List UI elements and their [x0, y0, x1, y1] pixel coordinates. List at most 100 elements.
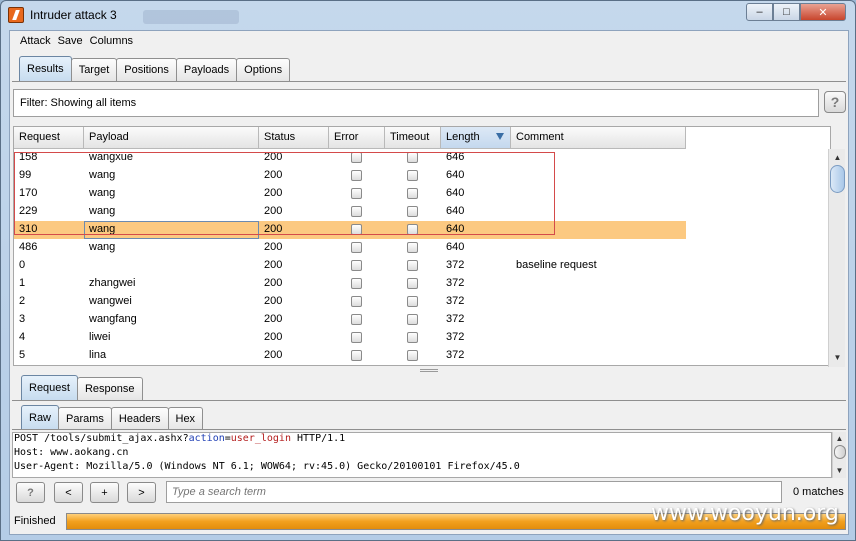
- table-row[interactable]: 3 wangfang 200 372: [14, 311, 686, 329]
- table-row[interactable]: 1 zhangwei 200 372: [14, 275, 686, 293]
- scroll-up-icon[interactable]: ▲: [831, 151, 844, 164]
- cell-request: 5: [19, 349, 26, 361]
- menu-save[interactable]: Save: [51, 33, 83, 53]
- close-button[interactable]: ✕: [800, 3, 846, 21]
- column-header-request[interactable]: Request: [14, 127, 84, 149]
- column-header-timeout[interactable]: Timeout: [385, 127, 441, 149]
- cell-timeout: [385, 347, 441, 365]
- maximize-button[interactable]: □: [773, 3, 800, 21]
- cell-request: 229: [19, 205, 38, 217]
- search-help-button[interactable]: ?: [16, 482, 45, 503]
- tab-target[interactable]: Target: [70, 58, 118, 81]
- cell-request: 1: [19, 277, 26, 289]
- column-header-length[interactable]: Length: [441, 127, 511, 149]
- timeout-checkbox: [407, 224, 418, 235]
- add-match-button[interactable]: +: [90, 482, 119, 503]
- request-editor[interactable]: POST /tools/submit_ajax.ashx?action=user…: [12, 432, 832, 478]
- cell-error: [329, 311, 385, 329]
- timeout-checkbox: [407, 332, 418, 343]
- cell-status: 200: [264, 187, 283, 199]
- cell-timeout: [385, 257, 441, 275]
- table-row[interactable]: 5 lina 200 372: [14, 347, 686, 365]
- intruder-window: Intruder attack 3 – □ ✕ Attack Save Colu…: [0, 0, 856, 541]
- tab-payloads[interactable]: Payloads: [175, 58, 238, 81]
- cell-length: 640: [446, 241, 465, 253]
- timeout-checkbox: [407, 170, 418, 181]
- filter-bar[interactable]: Filter: Showing all items: [13, 89, 819, 117]
- cell-timeout: [385, 167, 441, 185]
- tab-response[interactable]: Response: [76, 377, 143, 400]
- maximize-icon: □: [783, 6, 790, 18]
- error-checkbox: [351, 296, 362, 307]
- table-row[interactable]: 158 wangxue 200 646: [14, 149, 686, 167]
- tab-options[interactable]: Options: [236, 58, 291, 81]
- cell-payload: wangxue: [89, 151, 134, 163]
- user-agent-header: User-Agent: Mozilla/5.0 (Windows NT 6.1;…: [14, 461, 520, 472]
- timeout-checkbox: [407, 278, 418, 289]
- cell-payload: lina: [89, 349, 107, 361]
- scrollbar-thumb[interactable]: [834, 445, 846, 459]
- scroll-up-icon[interactable]: ▲: [833, 432, 846, 445]
- cell-timeout: [385, 329, 441, 347]
- timeout-checkbox: [407, 188, 418, 199]
- cell-request: 158: [19, 151, 38, 163]
- table-row[interactable]: 99 wang 200 640: [14, 167, 686, 185]
- scroll-down-icon[interactable]: ▼: [833, 464, 846, 477]
- tab-positions[interactable]: Positions: [116, 58, 177, 81]
- column-header-status[interactable]: Status: [259, 127, 329, 149]
- cell-payload: wang: [89, 241, 116, 253]
- host-header: Host: www.aokang.cn: [14, 447, 129, 458]
- table-row[interactable]: 4 liwei 200 372: [14, 329, 686, 347]
- cell-request: 310: [19, 223, 38, 235]
- watermark: www.wooyun.org: [651, 501, 839, 526]
- column-header-error[interactable]: Error: [329, 127, 385, 149]
- status-text: Finished: [14, 515, 56, 527]
- cell-status: 200: [264, 349, 283, 361]
- param-value: user_login: [230, 433, 291, 444]
- cell-comment: [511, 203, 686, 221]
- cell-request: 2: [19, 295, 26, 307]
- scrollbar-thumb[interactable]: [830, 165, 845, 193]
- window-title: Intruder attack 3: [30, 8, 117, 22]
- table-row[interactable]: 0 200 372 baseline request: [14, 257, 686, 275]
- table-row[interactable]: 170 wang 200 640: [14, 185, 686, 203]
- cell-comment: [511, 275, 686, 293]
- results-scrollbar[interactable]: ▲ ▼: [828, 149, 845, 367]
- search-input[interactable]: [166, 481, 782, 503]
- tab-headers[interactable]: Headers: [110, 407, 169, 430]
- previous-match-button[interactable]: <: [54, 482, 83, 503]
- tab-params[interactable]: Params: [58, 407, 112, 430]
- tab-results[interactable]: Results: [19, 56, 72, 81]
- request-scrollbar[interactable]: ▲ ▼: [832, 432, 846, 478]
- tab-divider: [12, 429, 846, 430]
- tab-request[interactable]: Request: [21, 375, 78, 400]
- menu-columns[interactable]: Columns: [83, 33, 133, 53]
- results-table: Request Payload Status Error Timeout Len…: [13, 126, 831, 366]
- tab-hex[interactable]: Hex: [167, 407, 204, 430]
- minimize-icon: –: [756, 6, 763, 18]
- splitter-grip[interactable]: [420, 369, 438, 372]
- cell-timeout: [385, 275, 441, 293]
- cell-error: [329, 203, 385, 221]
- timeout-checkbox: [407, 206, 418, 217]
- table-row[interactable]: 229 wang 200 640: [14, 203, 686, 221]
- next-match-button[interactable]: >: [127, 482, 156, 503]
- menu-attack[interactable]: Attack: [10, 33, 51, 53]
- column-header-payload[interactable]: Payload: [84, 127, 259, 149]
- cell-length: 640: [446, 223, 465, 235]
- table-row[interactable]: 486 wang 200 640: [14, 239, 686, 257]
- title-bar[interactable]: Intruder attack 3 – □ ✕: [1, 1, 855, 30]
- cell-comment: [511, 347, 686, 365]
- cell-payload: wangwei: [89, 295, 132, 307]
- column-header-comment[interactable]: Comment: [511, 127, 686, 149]
- table-row[interactable]: 310 wang 200 640: [14, 221, 686, 239]
- table-row[interactable]: 2 wangwei 200 372: [14, 293, 686, 311]
- cell-payload: wang: [89, 205, 116, 217]
- scroll-down-icon[interactable]: ▼: [831, 351, 844, 364]
- cell-status: 200: [264, 205, 283, 217]
- minimize-button[interactable]: –: [746, 3, 773, 21]
- tab-raw[interactable]: Raw: [21, 405, 60, 430]
- filter-help-button[interactable]: ?: [824, 91, 846, 113]
- match-count: 0 matches: [793, 486, 844, 498]
- cell-request: 486: [19, 241, 38, 253]
